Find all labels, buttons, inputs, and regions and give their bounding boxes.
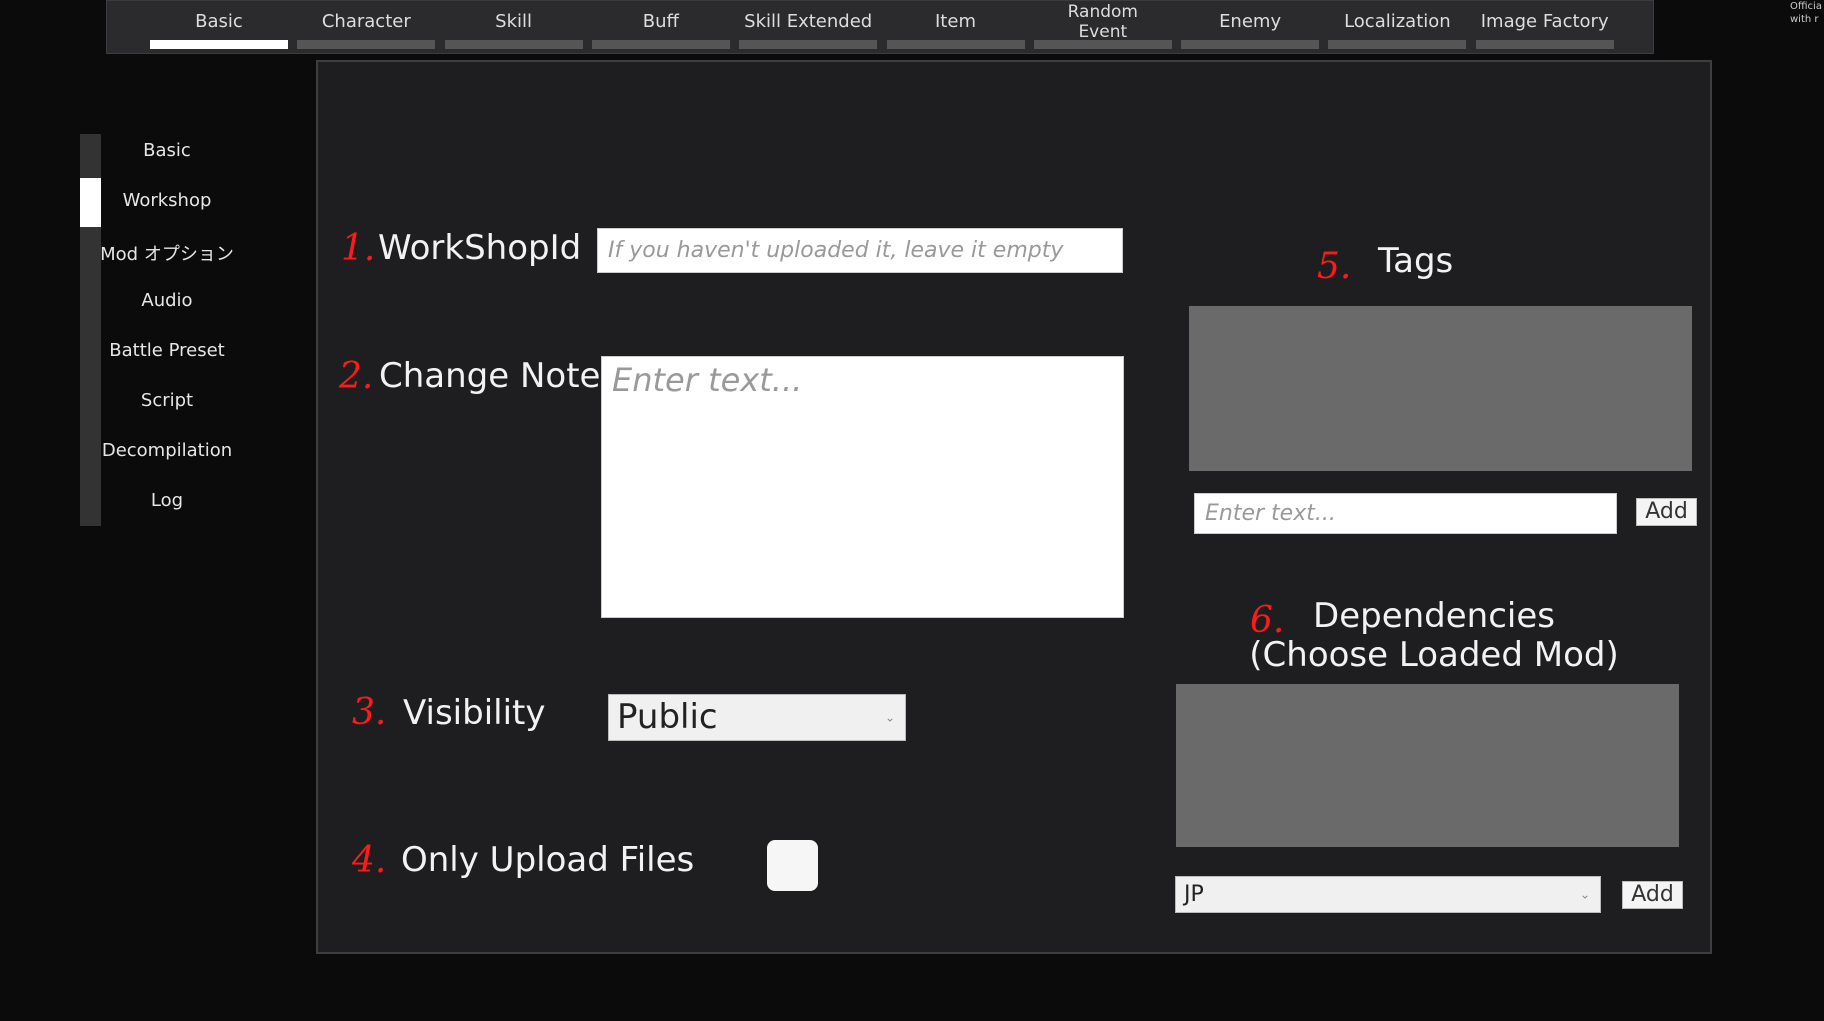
only-upload-label: Only Upload Files <box>401 840 695 880</box>
dependency-select[interactable]: JP ⌄ <box>1175 876 1601 913</box>
tab-localization[interactable]: Localization <box>1328 0 1467 54</box>
tab-label: Buff <box>642 11 679 32</box>
add-tag-button[interactable]: Add <box>1636 498 1697 526</box>
tab-enemy[interactable]: Enemy <box>1181 0 1320 54</box>
tab-indicator <box>1181 40 1320 49</box>
tab-label: Character <box>321 11 411 32</box>
chevron-down-icon: ⌄ <box>1579 887 1590 901</box>
dependencies-title: Dependencies <box>1313 596 1555 636</box>
visibility-value: Public <box>617 697 718 737</box>
corner-text-line: with r <box>1790 14 1819 25</box>
tab-indicator <box>150 40 288 49</box>
tab-indicator <box>297 40 436 49</box>
tab-label: Item <box>935 11 976 32</box>
tab-character[interactable]: Character <box>297 0 436 54</box>
tab-indicator <box>1033 40 1172 49</box>
tab-basic[interactable]: Basic <box>150 0 288 54</box>
sidebar-item-5[interactable]: Script <box>92 390 242 411</box>
corner-text-line: Officia <box>1790 1 1822 12</box>
annotation-1: 1. <box>341 228 376 269</box>
tab-indicator <box>1328 40 1467 49</box>
workshop-id-label: WorkShopId <box>378 228 582 268</box>
sidebar-item-3[interactable]: Audio <box>92 290 242 311</box>
sidebar-item-6[interactable]: Decompilation <box>92 440 242 461</box>
tab-indicator <box>739 40 878 49</box>
dependencies-subtitle: (Choose Loaded Mod) <box>1249 635 1619 675</box>
dependencies-list[interactable] <box>1176 684 1679 847</box>
tab-image-factory[interactable]: Image Factory <box>1475 0 1614 54</box>
tags-label: Tags <box>1378 241 1454 281</box>
workshop-id-input[interactable]: If you haven't uploaded it, leave it emp… <box>597 228 1123 273</box>
sidebar-item-1[interactable]: Workshop <box>92 190 242 211</box>
visibility-select[interactable]: Public ⌄ <box>608 694 906 741</box>
annotation-3: 3. <box>352 692 387 733</box>
tab-label: Random Event <box>1067 2 1138 42</box>
tab-indicator <box>444 40 583 49</box>
sidebar-item-7[interactable]: Log <box>92 490 242 511</box>
tab-label: Skill <box>495 11 533 32</box>
tab-item[interactable]: Item <box>886 0 1025 54</box>
dependencies-label: Dependencies (Choose Loaded Mod) <box>1234 597 1634 675</box>
chevron-down-icon: ⌄ <box>884 710 895 724</box>
tab-label: Skill Extended <box>744 11 873 32</box>
add-dependency-button[interactable]: Add <box>1622 881 1683 909</box>
tab-indicator <box>1475 40 1614 49</box>
sidebar-item-2[interactable]: Mod オプション <box>92 240 242 266</box>
sidebar-item-4[interactable]: Battle Preset <box>92 340 242 361</box>
tab-indicator <box>886 40 1025 49</box>
tab-label: Localization <box>1344 11 1451 32</box>
change-note-label: Change Note <box>379 356 601 396</box>
visibility-label: Visibility <box>403 693 546 733</box>
tag-input[interactable]: Enter text... <box>1194 493 1617 534</box>
tab-label: Enemy <box>1219 11 1282 32</box>
annotation-4: 4. <box>352 840 387 881</box>
tab-skill[interactable]: Skill <box>444 0 583 54</box>
sidebar-item-0[interactable]: Basic <box>92 140 242 161</box>
tab-label: Image Factory <box>1480 11 1609 32</box>
corner-text: Officia with r <box>1790 0 1822 26</box>
tab-indicator <box>591 40 730 49</box>
tab-random-event[interactable]: Random Event <box>1033 0 1172 54</box>
change-note-textarea[interactable]: Enter text... <box>601 356 1124 618</box>
tab-skill-extended[interactable]: Skill Extended <box>739 0 878 54</box>
tags-list[interactable] <box>1189 306 1692 471</box>
annotation-5: 5. <box>1317 246 1352 287</box>
only-upload-checkbox[interactable] <box>767 840 818 891</box>
dependency-value: JP <box>1184 882 1204 907</box>
annotation-2: 2. <box>339 356 374 397</box>
tab-buff[interactable]: Buff <box>591 0 730 54</box>
tab-label: Basic <box>195 11 243 32</box>
